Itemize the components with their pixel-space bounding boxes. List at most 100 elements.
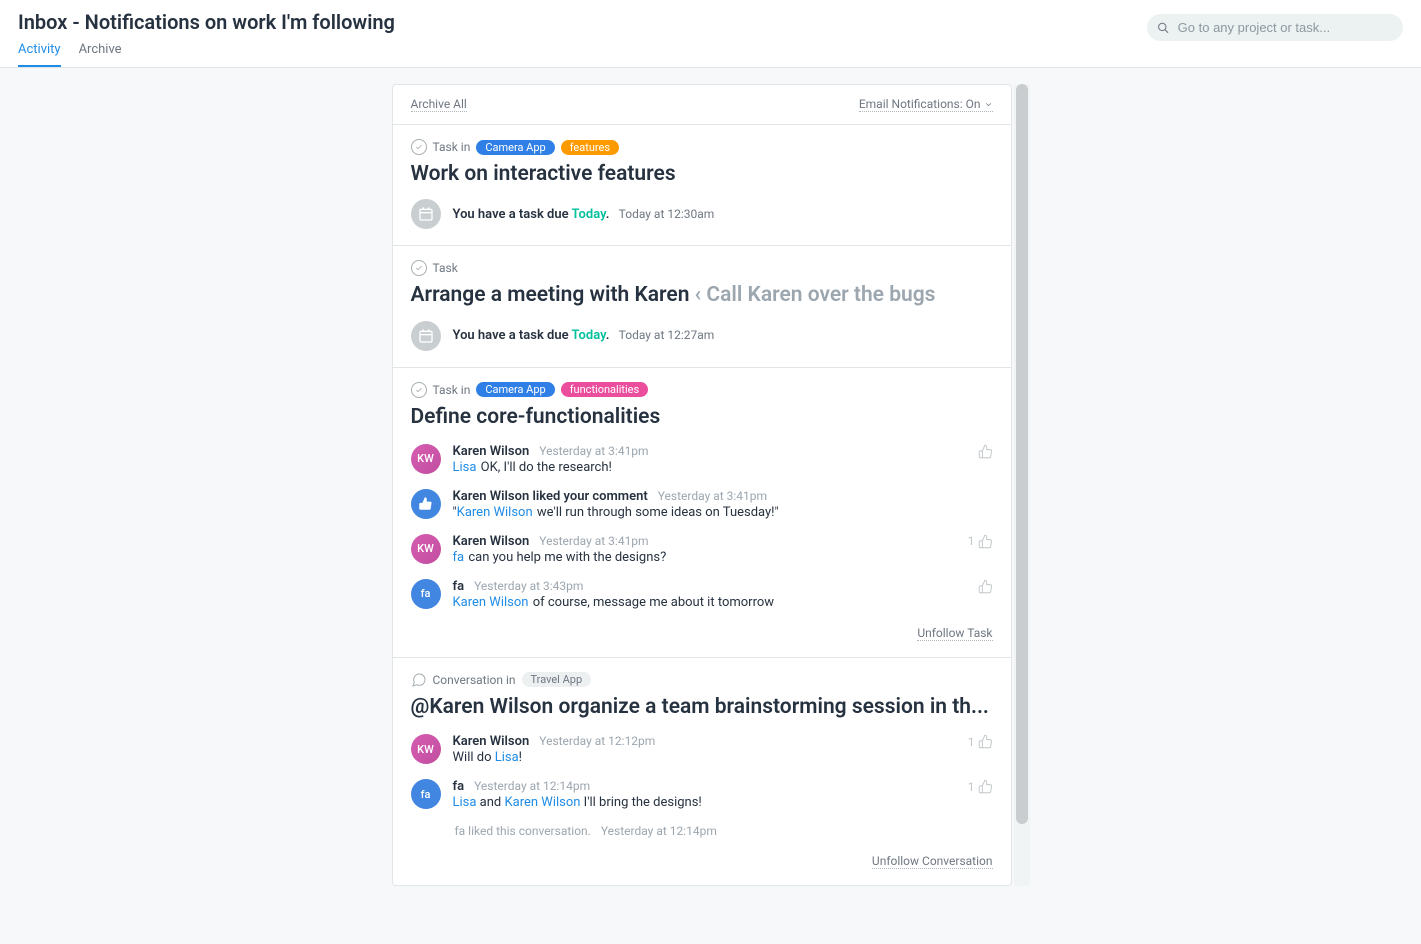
card-type-label: Task in	[433, 140, 471, 154]
due-text: You have a task due Today. Today at 12:2…	[453, 328, 715, 343]
scrollbar-thumb[interactable]	[1016, 84, 1028, 824]
comment-text: "Karen Wilson we'll run through some ide…	[453, 505, 993, 520]
chevron-down-icon	[984, 100, 993, 109]
inbox-card[interactable]: Task in Camera App functionalities Defin…	[393, 368, 1011, 658]
feed-toolbar: Archive All Email Notifications: On	[393, 85, 1011, 125]
like-button[interactable]: 1	[968, 534, 993, 549]
content-area: Archive All Email Notifications: On Task…	[0, 68, 1421, 886]
email-notifications-toggle[interactable]: Email Notifications: On	[859, 97, 993, 112]
like-avatar-icon	[411, 489, 441, 519]
scrollbar-track[interactable]	[1014, 84, 1030, 886]
comment-row: fa fa Yesterday at 12:14pm Lisa and Karen…	[411, 779, 993, 810]
search-box[interactable]	[1147, 14, 1403, 41]
inbox-card[interactable]: Task in Camera App features Work on inte…	[393, 125, 1011, 246]
card-footer: Unfollow Task	[411, 626, 993, 641]
avatar[interactable]: KW	[411, 444, 441, 474]
card-type-label: Task	[433, 261, 458, 275]
project-pill[interactable]: Camera App	[476, 140, 554, 155]
unfollow-conversation-link[interactable]: Unfollow Conversation	[872, 854, 993, 869]
comment-text: Karen Wilson of course, message me about…	[453, 595, 966, 610]
project-pill[interactable]: Travel App	[522, 672, 592, 687]
comment-timestamp: Yesterday at 12:14pm	[474, 779, 590, 793]
tab-archive[interactable]: Archive	[79, 38, 122, 67]
mention[interactable]: Lisa	[453, 795, 477, 810]
like-button[interactable]: 1	[968, 734, 993, 749]
search-icon	[1157, 21, 1170, 35]
card-title: @Karen Wilson organize a team brainstorm…	[411, 694, 993, 720]
card-footer: Unfollow Conversation	[411, 854, 993, 869]
page-header: Inbox - Notifications on work I'm follow…	[0, 0, 1421, 68]
search-input[interactable]	[1176, 19, 1393, 36]
comment-author[interactable]: Karen Wilson	[453, 534, 530, 549]
like-button[interactable]	[978, 444, 993, 459]
comment-author[interactable]: fa	[453, 779, 465, 794]
comment-author[interactable]: Karen Wilson	[453, 444, 530, 459]
inbox-card[interactable]: Conversation in Travel App @Karen Wilson…	[393, 658, 1011, 885]
comment-timestamp: Yesterday at 3:41pm	[658, 489, 767, 503]
mention[interactable]: fa	[453, 550, 465, 565]
tag-pill[interactable]: features	[561, 140, 619, 155]
scroll-container: Archive All Email Notifications: On Task…	[392, 84, 1030, 886]
comment-row: KW Karen Wilson Yesterday at 3:41pm Lisa …	[411, 444, 993, 475]
mention[interactable]: Karen Wilson	[453, 595, 529, 610]
system-activity: fa liked this conversation. Yesterday at…	[455, 824, 993, 838]
parent-task-label: ‹ Call Karen over the bugs	[695, 283, 936, 307]
mention[interactable]: Lisa	[453, 460, 477, 475]
mention[interactable]: Karen Wilson	[457, 505, 533, 520]
like-count: 1	[968, 534, 975, 548]
comment-timestamp: Yesterday at 3:41pm	[539, 534, 648, 548]
comment-text: fa can you help me with the designs?	[453, 550, 956, 565]
system-timestamp: Yesterday at 12:14pm	[601, 824, 717, 838]
due-text: You have a task due Today. Today at 12:3…	[453, 207, 715, 222]
comment-timestamp: Yesterday at 12:12pm	[539, 734, 655, 748]
comment-row: fa fa Yesterday at 3:43pm Karen Wilson of…	[411, 579, 993, 610]
due-time: Today at 12:30am	[619, 207, 715, 221]
due-row: You have a task due Today. Today at 12:2…	[411, 321, 993, 351]
comment-text: Will do Lisa!	[453, 750, 956, 765]
check-circle-icon	[411, 260, 427, 276]
mention[interactable]: Lisa	[495, 750, 519, 765]
avatar[interactable]: KW	[411, 534, 441, 564]
card-meta: Conversation in Travel App	[411, 672, 993, 688]
card-title: Arrange a meeting with Karen ‹ Call Kare…	[411, 282, 993, 308]
like-button[interactable]: 1	[968, 779, 993, 794]
comment-author: Karen Wilson liked your comment	[453, 489, 648, 504]
email-notif-label: Email Notifications: On	[859, 97, 981, 111]
project-pill[interactable]: Camera App	[476, 382, 554, 397]
unfollow-task-link[interactable]: Unfollow Task	[917, 626, 992, 641]
card-meta: Task in Camera App features	[411, 139, 993, 155]
comment-author[interactable]: Karen Wilson	[453, 734, 530, 749]
card-type-label: Task in	[433, 383, 471, 397]
inbox-feed: Archive All Email Notifications: On Task…	[392, 84, 1012, 886]
card-meta: Task	[411, 260, 993, 276]
mention[interactable]: Karen Wilson	[504, 795, 580, 810]
like-button[interactable]	[978, 579, 993, 594]
card-meta: Task in Camera App functionalities	[411, 382, 993, 398]
comment-timestamp: Yesterday at 3:41pm	[539, 444, 648, 458]
system-text: fa liked this conversation.	[455, 824, 591, 838]
comment-row: KW Karen Wilson Yesterday at 3:41pm fa ca…	[411, 534, 993, 565]
card-title: Define core-functionalities	[411, 404, 993, 430]
calendar-icon	[411, 199, 441, 229]
header-tabs: Activity Archive	[18, 38, 1403, 67]
avatar[interactable]: fa	[411, 779, 441, 809]
due-time: Today at 12:27am	[619, 328, 715, 342]
comment-row: Karen Wilson liked your comment Yesterday…	[411, 489, 993, 520]
card-title: Work on interactive features	[411, 161, 993, 187]
like-count: 1	[968, 735, 975, 749]
inbox-card[interactable]: Task Arrange a meeting with Karen ‹ Call…	[393, 246, 1011, 367]
archive-all-link[interactable]: Archive All	[411, 97, 467, 112]
avatar[interactable]: KW	[411, 734, 441, 764]
comment-text: Lisa and Karen Wilson I'll bring the des…	[453, 795, 956, 810]
calendar-icon	[411, 321, 441, 351]
check-circle-icon	[411, 139, 427, 155]
like-count: 1	[968, 780, 975, 794]
comment-timestamp: Yesterday at 3:43pm	[474, 579, 583, 593]
comment-text: Lisa OK, I'll do the research!	[453, 460, 966, 475]
avatar[interactable]: fa	[411, 579, 441, 609]
tag-pill[interactable]: functionalities	[561, 382, 648, 397]
comment-row: KW Karen Wilson Yesterday at 12:12pm Will…	[411, 734, 993, 765]
due-row: You have a task due Today. Today at 12:3…	[411, 199, 993, 229]
tab-activity[interactable]: Activity	[18, 38, 61, 67]
comment-author[interactable]: fa	[453, 579, 465, 594]
